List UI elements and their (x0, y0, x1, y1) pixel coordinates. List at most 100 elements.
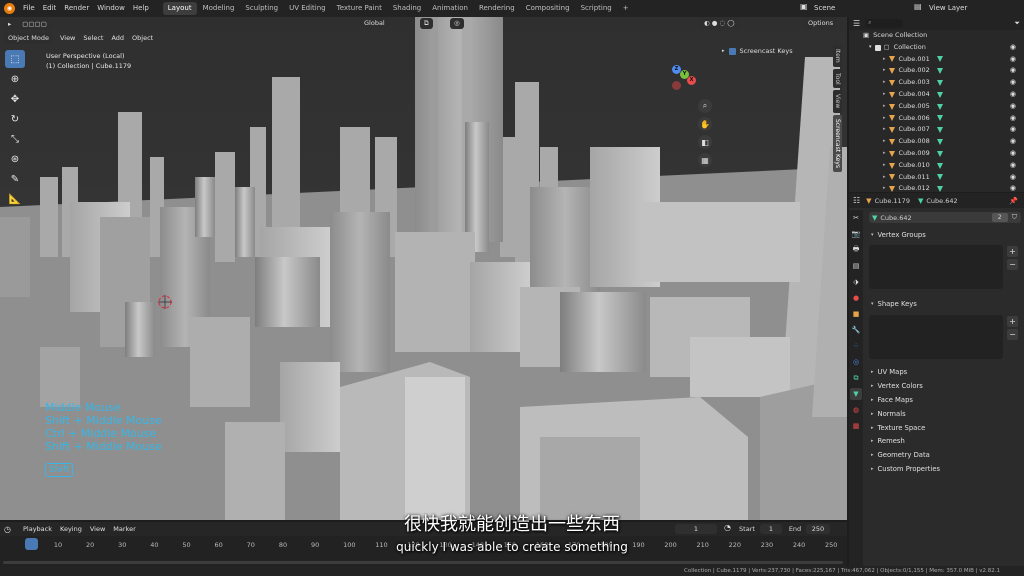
material-tab-icon[interactable]: ◍ (850, 404, 862, 416)
tab-item[interactable]: Item (833, 45, 842, 67)
view-layer-selector[interactable]: View Layer (929, 4, 967, 12)
pin-icon[interactable]: 📌 (1009, 197, 1018, 205)
render-tab-icon[interactable]: 📷 (850, 228, 862, 240)
select-box-tool-button[interactable]: ▸ (4, 18, 16, 30)
eye-icon[interactable]: ◉ (1010, 65, 1016, 77)
menu-window[interactable]: Window (93, 0, 129, 17)
menu-view[interactable]: View (56, 34, 79, 42)
tab-uv-editing[interactable]: UV Editing (284, 2, 331, 15)
blender-logo-icon[interactable]: ◉ (4, 3, 15, 14)
tab-shading[interactable]: Shading (388, 2, 426, 15)
snap-icon[interactable]: ⧉ (420, 18, 433, 29)
outliner-object-row[interactable]: ▸ Cube.002 ◉ (849, 65, 1024, 77)
outliner-object-row[interactable]: ▸ Cube.011 ◉ (849, 172, 1024, 184)
property-panel-header[interactable]: ▸ Normals (871, 407, 1021, 421)
checkbox-icon[interactable] (728, 47, 736, 55)
menu-select[interactable]: Select (79, 34, 107, 42)
viewport-shading-icons[interactable]: ◐ ● ◌ ◯ (700, 18, 739, 29)
property-panel-header[interactable]: ▸ Custom Properties (871, 462, 1021, 476)
outliner-object-row[interactable]: ▸ Cube.008 ◉ (849, 136, 1024, 148)
particles-tab-icon[interactable]: ⁘ (850, 340, 862, 352)
expand-chevron-icon[interactable]: ▸ (883, 148, 886, 160)
outliner-object-row[interactable]: ▸ Cube.009 ◉ (849, 148, 1024, 160)
output-tab-icon[interactable]: 🖶 (850, 244, 862, 256)
property-panel-header[interactable]: ▸ UV Maps (871, 365, 1021, 379)
scene-selector[interactable]: Scene (814, 4, 835, 12)
eye-icon[interactable]: ◉ (1010, 148, 1016, 160)
eye-icon[interactable]: ◉ (1010, 89, 1016, 101)
property-panel-header[interactable]: ▸ Remesh (871, 434, 1021, 448)
expand-chevron-icon[interactable]: ▸ (883, 77, 886, 89)
mesh-data-icon[interactable] (937, 186, 943, 193)
remove-shape-key-button[interactable]: − (1007, 329, 1018, 340)
vertex-groups-panel-header[interactable]: ▾ Vertex Groups (871, 228, 926, 241)
outliner-object-row[interactable]: ▸ Cube.004 ◉ (849, 89, 1024, 101)
eye-icon[interactable]: ◉ (1010, 101, 1016, 113)
tab-tool[interactable]: Tool (833, 68, 842, 89)
fake-user-shield-icon[interactable]: ⛉ (1012, 213, 1017, 222)
outliner-object-row[interactable]: ▸ Cube.001 ◉ (849, 54, 1024, 66)
constraints-tab-icon[interactable]: ⧉ (850, 372, 862, 384)
menu-add[interactable]: Add (107, 34, 128, 42)
mesh-data-icon[interactable] (937, 115, 943, 122)
mesh-data-icon[interactable] (937, 150, 943, 157)
mesh-data-icon[interactable] (937, 56, 943, 63)
tab-screencast-keys[interactable]: Screencast Keys (833, 114, 842, 172)
expand-chevron-icon[interactable]: ▸ (883, 65, 886, 77)
rotate-tool-icon[interactable]: ↻ (5, 110, 25, 128)
scale-tool-icon[interactable]: ⤡ (5, 130, 25, 148)
mesh-data-icon[interactable] (937, 103, 943, 110)
mesh-name-field[interactable]: Cube.642 (880, 214, 911, 222)
texture-tab-icon[interactable]: ▦ (850, 420, 862, 432)
checkbox-icon[interactable] (874, 44, 881, 51)
eye-icon[interactable]: ◉ (1010, 42, 1016, 54)
object-tab-icon[interactable]: ■ (850, 308, 862, 320)
tab-sculpting[interactable]: Sculpting (240, 2, 283, 15)
expand-chevron-icon[interactable]: ▸ (883, 124, 886, 136)
outliner-object-row[interactable]: ▸ Cube.007 ◉ (849, 124, 1024, 136)
screencast-keys-toggle[interactable]: ▸ Screencast Keys (722, 47, 793, 55)
filter-icon[interactable]: ⏷ (1014, 19, 1020, 28)
select-tool-icon[interactable]: ⬚ (5, 50, 25, 68)
shape-keys-list[interactable] (869, 315, 1003, 359)
mesh-data-tab-icon[interactable]: ▼ (850, 388, 862, 400)
menu-file[interactable]: File (19, 0, 39, 17)
mesh-data-icon[interactable] (937, 68, 943, 75)
tab-modeling[interactable]: Modeling (198, 2, 240, 15)
gizmo-neg-x[interactable] (672, 81, 681, 90)
property-panel-header[interactable]: ▸ Face Maps (871, 393, 1021, 407)
options-button[interactable]: Options (804, 18, 838, 29)
expand-chevron-icon[interactable]: ▸ (883, 160, 886, 172)
add-vertex-group-button[interactable]: + (1007, 246, 1018, 257)
scene-tab-icon[interactable]: ⬗ (850, 276, 862, 288)
properties-editor-icon[interactable]: ☷ (853, 196, 860, 205)
tab-rendering[interactable]: Rendering (474, 2, 520, 15)
physics-tab-icon[interactable]: ◎ (850, 356, 862, 368)
expand-chevron-icon[interactable]: ▸ (883, 136, 886, 148)
expand-chevron-icon[interactable]: ▸ (883, 113, 886, 125)
orientation-dropdown[interactable]: Global (360, 18, 392, 29)
collection-row[interactable]: ▾ ▢ Collection ◉ (849, 42, 1024, 54)
eye-icon[interactable]: ◉ (1010, 136, 1016, 148)
mesh-data-icon[interactable] (937, 80, 943, 87)
users-count[interactable]: 2 (991, 213, 1008, 222)
outliner-object-row[interactable]: ▸ Cube.010 ◉ (849, 160, 1024, 172)
eye-icon[interactable]: ◉ (1010, 77, 1016, 89)
tab-animation[interactable]: Animation (427, 2, 473, 15)
move-tool-icon[interactable]: ✥ (5, 90, 25, 108)
proportional-edit-icon[interactable]: ◎ (450, 18, 464, 29)
mode-selector[interactable]: Object Mode (4, 32, 53, 44)
tab-view[interactable]: View (833, 90, 842, 113)
gizmo-x-axis[interactable]: X (687, 76, 696, 85)
perspective-grid-icon[interactable]: ▦ (698, 153, 712, 167)
outliner-object-row[interactable]: ▸ Cube.005 ◉ (849, 101, 1024, 113)
menu-render[interactable]: Render (60, 0, 93, 17)
zoom-icon[interactable]: ⌕ (698, 99, 712, 113)
tool-tab-icon[interactable]: ✂ (850, 212, 862, 224)
eye-icon[interactable]: ◉ (1010, 54, 1016, 66)
tab-texture-paint[interactable]: Texture Paint (332, 2, 387, 15)
add-shape-key-button[interactable]: + (1007, 316, 1018, 327)
mesh-data-icon[interactable] (937, 174, 943, 181)
remove-vertex-group-button[interactable]: − (1007, 259, 1018, 270)
mesh-data-icon[interactable] (937, 139, 943, 146)
